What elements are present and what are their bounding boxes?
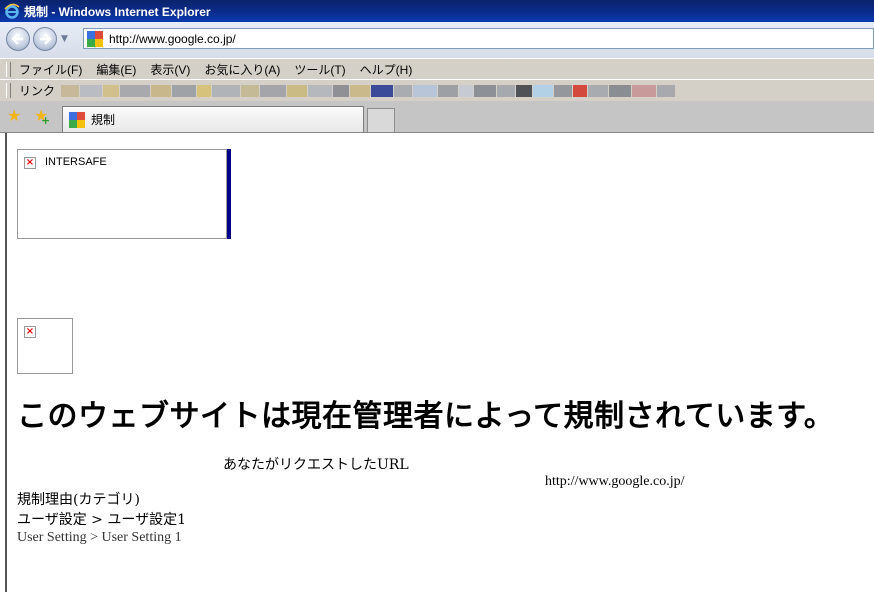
history-dropdown-icon[interactable]: ▼ bbox=[61, 34, 68, 44]
page-content: × INTERSAFE × このウェブサイトは現在管理者によって規制されています… bbox=[5, 133, 874, 592]
internet-explorer-icon bbox=[4, 3, 20, 19]
tab-current[interactable]: 規制 bbox=[62, 106, 364, 132]
window-title: 規制 - Windows Internet Explorer bbox=[24, 4, 211, 19]
toolbar-grip[interactable] bbox=[6, 62, 11, 77]
menu-file[interactable]: ファイル(F) bbox=[19, 61, 82, 78]
menu-help[interactable]: ヘルプ(H) bbox=[360, 61, 413, 78]
address-url[interactable]: http://www.google.co.jp/ bbox=[109, 32, 236, 46]
logo-accent-bar bbox=[227, 149, 231, 239]
intersafe-logo-image: × INTERSAFE bbox=[17, 149, 227, 239]
menu-view[interactable]: 表示(V) bbox=[150, 61, 190, 78]
forward-arrow-icon bbox=[40, 33, 52, 45]
google-favicon-icon bbox=[69, 111, 85, 128]
requested-url-value: http://www.google.co.jp/ bbox=[545, 474, 685, 489]
address-bar[interactable]: http://www.google.co.jp/ bbox=[83, 28, 874, 49]
warning-image: × bbox=[17, 318, 73, 374]
tab-bar: ★ ★ + 規制 bbox=[0, 101, 874, 133]
links-items-blurred[interactable] bbox=[61, 84, 676, 98]
menu-edit[interactable]: 編集(E) bbox=[96, 61, 136, 78]
links-grip[interactable] bbox=[6, 83, 11, 98]
menu-favorites[interactable]: お気に入り(A) bbox=[204, 61, 280, 78]
add-favorite-star-icon[interactable]: ★ + bbox=[34, 108, 50, 128]
broken-image-icon: × bbox=[24, 157, 36, 169]
navigation-bar: ▼ http://www.google.co.jp/ bbox=[0, 22, 874, 59]
forward-button[interactable] bbox=[33, 27, 57, 51]
broken-image-icon: × bbox=[24, 326, 36, 338]
google-favicon-icon bbox=[87, 30, 103, 47]
favorites-center-star-icon[interactable]: ★ bbox=[7, 108, 21, 124]
back-button[interactable] bbox=[6, 27, 30, 51]
links-label[interactable]: リンク bbox=[19, 82, 55, 99]
block-reason-label: 規制理由(カテゴリ) bbox=[17, 492, 140, 508]
window-title-bar: 規制 - Windows Internet Explorer bbox=[0, 0, 874, 22]
menu-tools[interactable]: ツール(T) bbox=[294, 61, 345, 78]
requested-url-label: あなたがリクエストしたURL bbox=[223, 457, 409, 473]
links-bar: リンク bbox=[0, 79, 874, 102]
back-arrow-icon bbox=[11, 33, 23, 45]
logo-alt-text: INTERSAFE bbox=[45, 156, 107, 168]
block-category-ja: ユーザ設定 > ユーザ設定1 bbox=[17, 512, 186, 528]
page-headline: このウェブサイトは現在管理者によって規制されています。 bbox=[17, 399, 835, 434]
menu-bar: ファイル(F) 編集(E) 表示(V) お気に入り(A) ツール(T) ヘルプ(… bbox=[0, 58, 874, 80]
new-tab-button[interactable] bbox=[367, 108, 395, 132]
tab-label: 規制 bbox=[91, 113, 116, 127]
block-category-en: User Setting > User Setting 1 bbox=[17, 530, 182, 545]
